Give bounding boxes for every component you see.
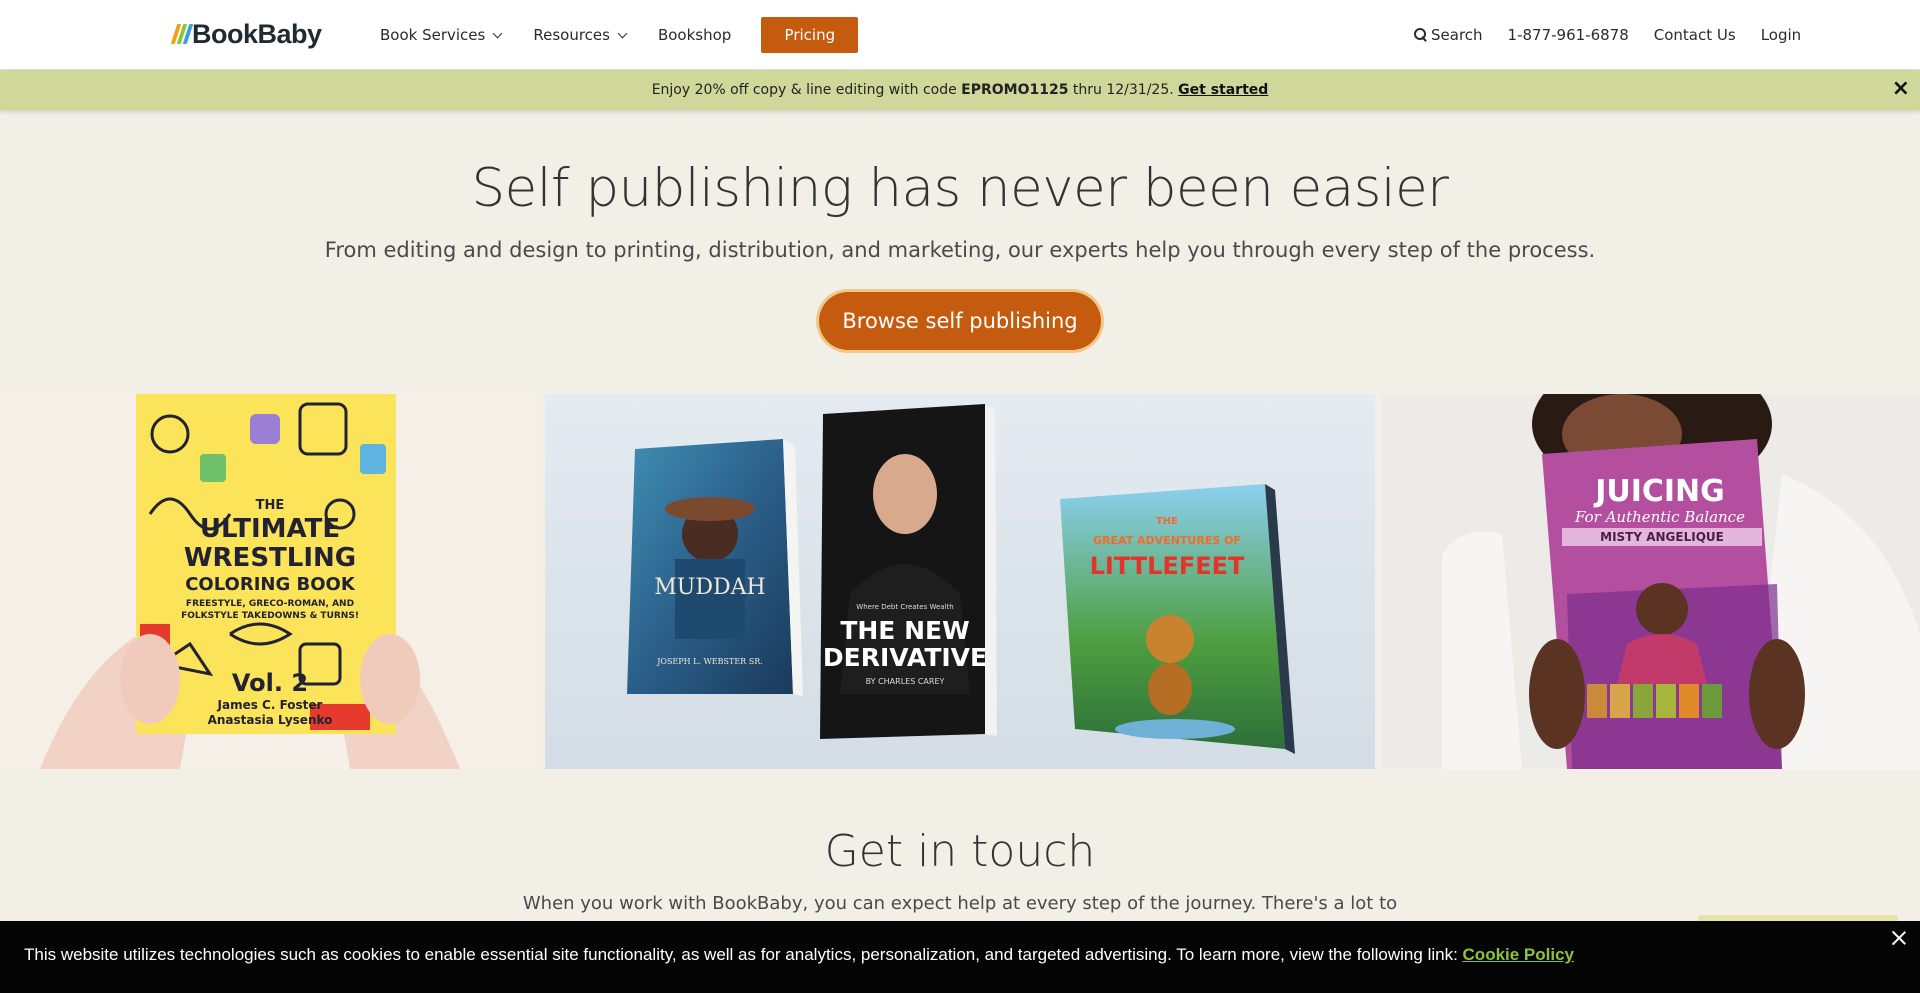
logo-slashes-icon bbox=[170, 24, 194, 44]
showcase-image-coloring-book: THE ULTIMATE WRESTLING COLORING BOOK FRE… bbox=[0, 394, 537, 769]
hero-subtitle: From editing and design to printing, dis… bbox=[324, 238, 1596, 262]
nav-resources-label: Resources bbox=[533, 26, 610, 44]
cookie-text: This website utilizes technologies such … bbox=[24, 945, 1463, 964]
book4-t3: LITTLEFEET bbox=[1090, 552, 1245, 580]
showcase-image-book-lineup: MUDDAH JOSEPH L. WEBSTER SR. Where Debt … bbox=[545, 394, 1375, 769]
site-header: BookBaby Book Services Resources Booksho… bbox=[0, 0, 1920, 70]
book2-title: MUDDAH bbox=[654, 575, 765, 600]
cookie-policy-link[interactable]: Cookie Policy bbox=[1463, 945, 1574, 964]
search-icon bbox=[1414, 28, 1428, 42]
utility-nav: Search 1-877-961-6878 Contact Us Login bbox=[1414, 0, 1826, 70]
book5-author: MISTY ANGELIQUE bbox=[1600, 530, 1724, 544]
cookie-text-container: This website utilizes technologies such … bbox=[24, 945, 1574, 965]
promo-code: EPROMO1125 bbox=[961, 82, 1069, 98]
nav-resources[interactable]: Resources bbox=[533, 26, 628, 44]
chevron-down-icon bbox=[617, 28, 628, 38]
get-in-touch-text: When you work with BookBaby, you can exp… bbox=[522, 893, 1398, 914]
logo-text: BookBaby bbox=[192, 18, 322, 49]
nav-book-services[interactable]: Book Services bbox=[380, 26, 503, 44]
book1-l1: THE bbox=[256, 498, 285, 513]
browse-self-publishing-button[interactable]: Browse self publishing bbox=[819, 292, 1101, 350]
book5-t1: JUICING bbox=[1593, 474, 1725, 509]
juicing-book-illustration: JUICING For Authentic Balance MISTY ANGE… bbox=[1382, 394, 1920, 769]
book1-author2: Anastasia Lysenko bbox=[208, 713, 333, 727]
get-in-touch-title: Get in touch bbox=[824, 826, 1096, 877]
pricing-button[interactable]: Pricing bbox=[761, 17, 859, 53]
book4-t2: GREAT ADVENTURES OF bbox=[1093, 534, 1241, 547]
main-nav: Book Services Resources Bookshop Pricing bbox=[380, 0, 859, 70]
promo-get-started-link[interactable]: Get started bbox=[1178, 82, 1268, 98]
book1-vol: Vol. 2 bbox=[232, 669, 308, 697]
nav-bookshop[interactable]: Bookshop bbox=[658, 26, 731, 44]
search-label: Search bbox=[1431, 26, 1483, 44]
cookie-banner: This website utilizes technologies such … bbox=[0, 915, 1920, 993]
contact-us-link[interactable]: Contact Us bbox=[1654, 26, 1736, 44]
book-showcase: THE ULTIMATE WRESTLING COLORING BOOK FRE… bbox=[0, 394, 1920, 769]
coloring-book-illustration: THE ULTIMATE WRESTLING COLORING BOOK FRE… bbox=[0, 394, 537, 769]
book2-author: JOSEPH L. WEBSTER SR. bbox=[656, 657, 763, 666]
search-button[interactable]: Search bbox=[1414, 26, 1483, 44]
book1-l5: FREESTYLE, GRECO-ROMAN, AND bbox=[186, 599, 354, 609]
hero-title: Self publishing has never been easier bbox=[471, 158, 1449, 219]
book-lineup-illustration: MUDDAH JOSEPH L. WEBSTER SR. Where Debt … bbox=[545, 394, 1375, 769]
nav-book-services-label: Book Services bbox=[380, 26, 486, 44]
showcase-image-juicing-book: JUICING For Authentic Balance MISTY ANGE… bbox=[1382, 394, 1920, 769]
book1-l4: COLORING BOOK bbox=[185, 574, 356, 595]
login-link[interactable]: Login bbox=[1761, 26, 1801, 44]
book4-t1: THE bbox=[1156, 516, 1178, 527]
close-icon[interactable] bbox=[1890, 929, 1908, 947]
chevron-down-icon bbox=[492, 28, 503, 38]
chat-widget-tab[interactable] bbox=[1698, 915, 1898, 921]
book1-l6: FOLKSTYLE TAKEDOWNS & TURNS! bbox=[181, 611, 359, 621]
book1-author1: James C. Foster bbox=[217, 698, 323, 712]
book5-t2: For Authentic Balance bbox=[1574, 508, 1745, 526]
book1-l2: ULTIMATE bbox=[200, 514, 340, 544]
book1-l3: WRESTLING bbox=[184, 543, 356, 573]
book3-author: BY CHARLES CAREY bbox=[866, 677, 945, 686]
promo-text: Enjoy 20% off copy & line editing with c… bbox=[651, 82, 962, 98]
promo-dates: thru 12/31/25. bbox=[1068, 82, 1179, 98]
book3-title1: THE NEW bbox=[840, 616, 969, 645]
close-icon[interactable]: × bbox=[1892, 76, 1910, 101]
promo-banner: Enjoy 20% off copy & line editing with c… bbox=[0, 70, 1920, 110]
book3-tagline: Where Debt Creates Wealth bbox=[856, 603, 953, 611]
phone-link[interactable]: 1-877-961-6878 bbox=[1508, 26, 1629, 44]
bookbaby-logo[interactable]: BookBaby bbox=[170, 17, 322, 51]
book3-title2: DERIVATIVE bbox=[823, 643, 987, 672]
